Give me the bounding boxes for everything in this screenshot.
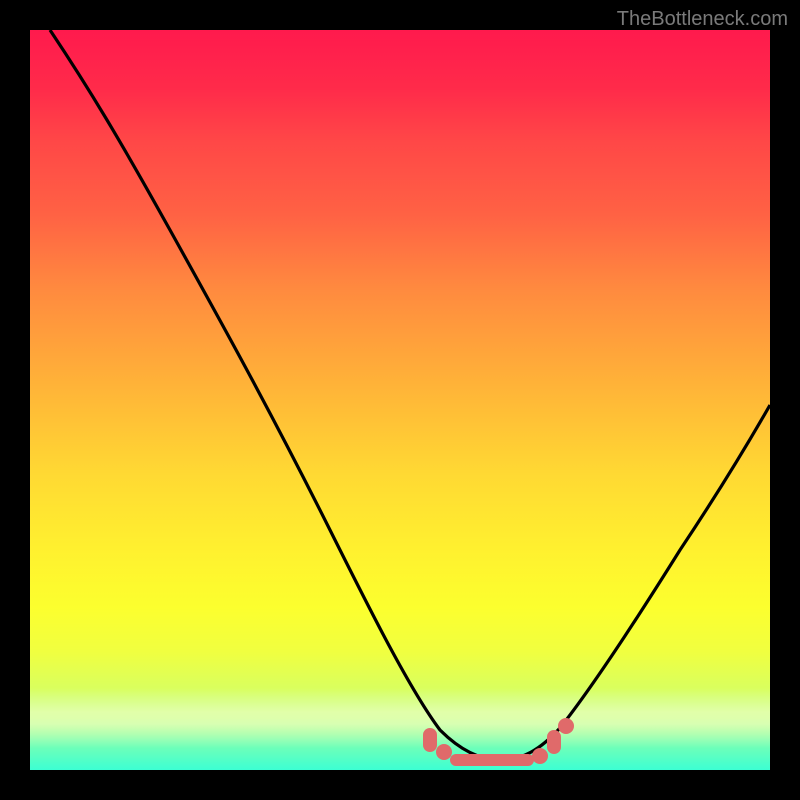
marker-dot	[547, 730, 561, 754]
optimal-range-bar	[450, 754, 534, 766]
marker-dot	[423, 728, 437, 752]
chart-plot-area	[30, 30, 770, 770]
bottleneck-curve-path	[50, 30, 770, 760]
chart-curve	[30, 30, 770, 770]
marker-dot	[532, 748, 548, 764]
marker-dot	[558, 718, 574, 734]
marker-dot	[436, 744, 452, 760]
watermark-text: TheBottleneck.com	[617, 8, 788, 31]
